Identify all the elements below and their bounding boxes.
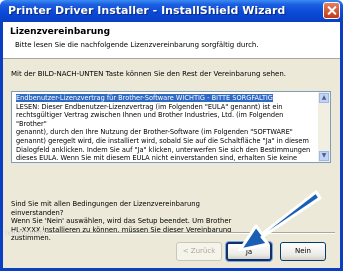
close-icon[interactable] bbox=[323, 2, 340, 19]
license-text-area[interactable]: Endbenutzer-Lizenzvertrag für Brother-So… bbox=[11, 91, 331, 163]
scroll-down-icon[interactable]: ▼ bbox=[319, 151, 329, 161]
dialog-header: Lizenzvereinbarung Bitte lesen Sie die n… bbox=[3, 22, 340, 59]
page-title: Lizenzvereinbarung bbox=[10, 27, 111, 37]
footer-separator bbox=[46, 232, 335, 234]
page-subtitle: Bitte lesen Sie die nachfolgende Lizenzv… bbox=[15, 41, 259, 49]
license-first-line: Endbenutzer-Lizenzvertrag für Brother-So… bbox=[16, 94, 273, 102]
title-bar[interactable]: Printer Driver Installer - InstallShield… bbox=[0, 0, 343, 22]
window-title: Printer Driver Installer - InstallShield… bbox=[8, 4, 286, 17]
license-body: LESEN: Dieser Endbenutzer-Lizenzvertrag … bbox=[16, 102, 311, 163]
agreement-question: Sind Sie mit allen Bedingungen der Lizen… bbox=[11, 200, 232, 243]
back-button[interactable]: < Zurück bbox=[176, 242, 222, 261]
no-button[interactable]: Nein bbox=[280, 242, 326, 261]
scroll-up-icon[interactable]: ▲ bbox=[319, 93, 329, 103]
scroll-instruction: Mit der BILD-NACH-UNTEN Taste können Sie… bbox=[11, 70, 286, 78]
license-text: Endbenutzer-Lizenzvertrag für Brother-So… bbox=[16, 94, 316, 163]
vertical-scrollbar[interactable]: ▲ ▼ bbox=[318, 92, 330, 162]
installshield-brand: InstallShield bbox=[5, 229, 45, 237]
yes-button[interactable]: Ja bbox=[226, 242, 272, 261]
installer-window: Printer Driver Installer - InstallShield… bbox=[0, 0, 343, 271]
